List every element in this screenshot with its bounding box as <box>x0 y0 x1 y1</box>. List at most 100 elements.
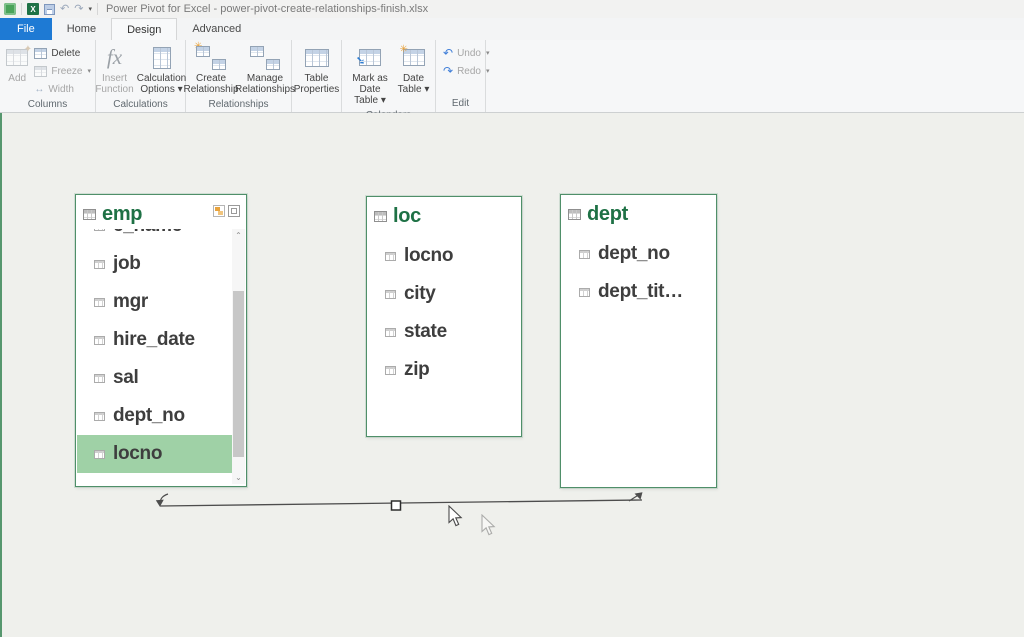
add-column-icon: ✦ <box>6 44 28 71</box>
undo-button[interactable]: ↶ Undo ▾ <box>441 45 491 61</box>
tab-advanced[interactable]: Advanced <box>177 18 256 40</box>
window-title: Power Pivot for Excel - power-pivot-crea… <box>106 3 428 15</box>
field-row-dept-no[interactable]: dept_no <box>562 235 715 273</box>
column-icon <box>94 260 105 269</box>
field-name: locno <box>113 443 162 465</box>
manage-relationships-button[interactable]: Manage Relationships <box>239 42 292 97</box>
mark-as-date-table-icon: ➘ <box>359 44 381 71</box>
delete-column-button[interactable]: Delete <box>32 45 93 61</box>
column-icon <box>94 450 105 459</box>
group-label-edit: Edit <box>436 96 485 112</box>
field-row-sal[interactable]: sal <box>77 359 232 397</box>
insert-function-label-2: Function <box>95 84 133 95</box>
field-row-e-name[interactable]: e_name <box>77 229 232 245</box>
mark-as-date-table-button[interactable]: ➘ Mark as Date Table ▾ <box>347 42 394 108</box>
table-name-loc[interactable]: loc <box>393 205 421 228</box>
field-row-dept-no[interactable]: dept_no <box>77 397 232 435</box>
freeze-column-button[interactable]: Freeze ▾ <box>32 63 93 79</box>
column-width-button[interactable]: ↔ Width <box>32 81 93 97</box>
scroll-up-icon[interactable]: ⌃ <box>232 229 245 242</box>
manage-relationships-label-1: Manage <box>247 73 283 84</box>
scroll-down-icon[interactable]: ⌄ <box>232 471 245 484</box>
freeze-column-icon <box>34 66 47 77</box>
field-name: dept_tit… <box>598 281 683 303</box>
group-edit: ↶ Undo ▾ ↷ Redo ▾ Edit <box>436 40 486 112</box>
insert-function-label-1: Insert <box>102 73 127 84</box>
column-icon <box>385 366 396 375</box>
field-row-locno-selected[interactable]: locno <box>77 435 232 473</box>
scrollbar-thumb[interactable] <box>233 291 244 457</box>
table-icon <box>83 209 96 220</box>
table-card-loc[interactable]: loc locno city state zip <box>366 196 522 437</box>
table-card-emp[interactable]: emp e_name job mgr <box>75 194 247 487</box>
table-name-dept[interactable]: dept <box>587 203 628 226</box>
table-properties-button[interactable]: Table Properties <box>294 42 340 97</box>
group-label-columns: Columns <box>0 97 95 112</box>
column-icon <box>94 229 105 231</box>
table-card-dept[interactable]: dept dept_no dept_tit… <box>560 194 717 488</box>
date-table-button[interactable]: ✳ Date Table ▾ <box>397 42 431 108</box>
freeze-label: Freeze <box>51 66 82 77</box>
quick-redo-icon[interactable]: ↷ <box>74 4 83 15</box>
excel-icon[interactable]: X <box>27 3 39 15</box>
add-column-button[interactable]: ✦ Add <box>2 42 32 97</box>
customize-toolbar-icon[interactable]: ▾ <box>88 5 92 13</box>
ribbon-tab-bar: File Home Design Advanced <box>0 18 1024 40</box>
field-row-mgr[interactable]: mgr <box>77 283 232 321</box>
create-relationship-button[interactable]: ✳ Create Relationship <box>186 42 237 97</box>
relationship-handle <box>392 501 401 510</box>
field-row-state[interactable]: state <box>368 313 520 351</box>
group-relationships: ✳ Create Relationship Manage Relationshi… <box>186 40 292 112</box>
quick-undo-icon[interactable]: ↶ <box>60 4 69 15</box>
ribbon: ✦ Add Delete Freeze ▾ ↔ Width <box>0 40 1024 113</box>
insert-function-button[interactable]: fx Insert Function <box>96 42 134 97</box>
field-row-zip[interactable]: zip <box>368 351 520 389</box>
tab-file[interactable]: File <box>0 18 52 40</box>
undo-label: Undo <box>457 48 481 59</box>
redo-label: Redo <box>457 66 481 77</box>
divider <box>21 3 22 15</box>
maximize-table-icon[interactable] <box>228 205 240 217</box>
diagram-left-accent <box>0 113 2 637</box>
emp-scrollbar[interactable]: ⌃ ⌄ <box>232 229 245 484</box>
table-icon <box>568 209 581 220</box>
column-icon <box>94 412 105 421</box>
table-name-emp[interactable]: emp <box>102 203 142 226</box>
table-icon <box>374 211 387 222</box>
power-pivot-app-icon <box>4 3 16 15</box>
field-row-hire-date[interactable]: hire_date <box>77 321 232 359</box>
create-relationship-label-2: Relationship <box>183 84 238 95</box>
titlebar: X ↶ ↷ ▾ Power Pivot for Excel - power-pi… <box>0 0 1024 18</box>
relationship-line[interactable] <box>148 490 660 540</box>
field-name: sal <box>113 367 139 389</box>
column-width-icon: ↔ <box>34 84 44 95</box>
calculation-options-button[interactable]: Calculation Options ▾ <box>138 42 186 97</box>
table-properties-icon <box>305 44 329 71</box>
tab-design[interactable]: Design <box>111 18 177 40</box>
group-label-relationships: Relationships <box>186 97 291 112</box>
create-hierarchy-icon[interactable] <box>213 205 225 217</box>
column-icon <box>94 374 105 383</box>
undo-icon: ↶ <box>443 47 453 59</box>
create-relationship-label-1: Create <box>196 73 226 84</box>
field-name: dept_no <box>113 405 185 427</box>
manage-relationships-label-2: Relationships <box>235 84 295 95</box>
freeze-dropdown-caret: ▾ <box>87 67 91 75</box>
table-properties-label-2: Properties <box>294 84 340 95</box>
field-row-city[interactable]: city <box>368 275 520 313</box>
field-row-dept-title[interactable]: dept_tit… <box>562 273 715 311</box>
group-calculations: fx Insert Function Calculation Options ▾… <box>96 40 186 112</box>
column-icon <box>385 252 396 261</box>
tab-home[interactable]: Home <box>52 18 111 40</box>
manage-relationships-icon <box>250 44 280 71</box>
redo-icon: ↷ <box>443 65 453 77</box>
column-icon <box>385 290 396 299</box>
delete-label: Delete <box>51 48 80 59</box>
field-name: hire_date <box>113 329 195 351</box>
width-label: Width <box>48 84 74 95</box>
redo-button[interactable]: ↷ Redo ▾ <box>441 63 491 79</box>
field-row-job[interactable]: job <box>77 245 232 283</box>
field-row-locno[interactable]: locno <box>368 237 520 275</box>
save-icon[interactable] <box>44 4 55 15</box>
mouse-cursor-ghost <box>481 514 497 537</box>
